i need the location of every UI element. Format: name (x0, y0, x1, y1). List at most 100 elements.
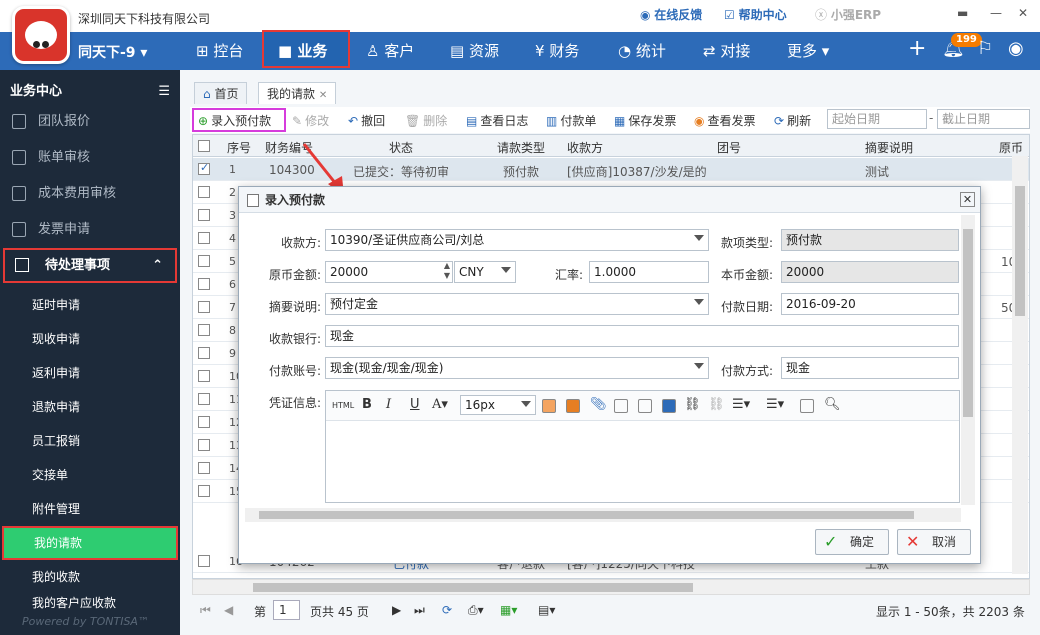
media-icon[interactable] (614, 399, 628, 413)
nav-stats[interactable]: ◔ 统计 (618, 32, 666, 70)
sidebar-sub-cash-receipt[interactable]: 现收申请 (0, 322, 180, 356)
eye-icon[interactable]: ◉ (1008, 38, 1024, 59)
sidebar-sub-refund[interactable]: 退款申请 (0, 390, 180, 424)
sidebar-group-pending[interactable]: 待处理事项 ⌃ (3, 248, 177, 283)
bold-button[interactable]: B (362, 397, 372, 412)
row-checkbox[interactable] (198, 324, 210, 336)
row-checkbox[interactable] (198, 393, 210, 405)
collapse-icon[interactable]: ☰ (158, 78, 170, 106)
row-checkbox[interactable] (198, 439, 210, 451)
table-hscroll[interactable] (192, 579, 1030, 595)
menu-icon[interactable]: ▬ (957, 6, 968, 20)
memo-select[interactable]: 预付定金 (325, 293, 709, 315)
film-icon[interactable] (662, 399, 676, 413)
table-icon[interactable] (638, 399, 652, 413)
refresh-button[interactable]: ⟳ 刷新 (774, 112, 811, 129)
row-checkbox[interactable] (198, 347, 210, 359)
add-icon[interactable]: + (908, 36, 926, 61)
sidebar-sub-my-receipts[interactable]: 我的收款 (0, 560, 180, 594)
row-checkbox[interactable] (198, 485, 210, 497)
sidebar-sub-receivables[interactable]: 我的客户应收款 (0, 594, 180, 612)
image-icon[interactable] (542, 399, 556, 413)
row-checkbox[interactable] (198, 416, 210, 428)
pay-method-field[interactable]: 现金 (781, 357, 959, 379)
sidebar-sub-handover[interactable]: 交接单 (0, 458, 180, 492)
dialog-hscroll[interactable] (245, 508, 961, 522)
delete-button[interactable]: 🗑︎ 删除 (405, 112, 447, 129)
spinner-icon[interactable]: ▲ ▼ (444, 261, 450, 281)
view-invoice-button[interactable]: ◉ 查看发票 (694, 112, 756, 129)
col-status[interactable]: 状态 (389, 139, 413, 156)
numbered-list-icon[interactable]: ☰▾ (766, 397, 784, 412)
font-size-select[interactable]: 16px (460, 395, 536, 415)
user-menu[interactable]: 同天下-9 ▾ (78, 42, 147, 62)
new-document-icon[interactable] (800, 399, 814, 413)
end-date-input[interactable]: 截止日期 (937, 109, 1030, 129)
feedback-link[interactable]: ◉ 在线反馈 (640, 6, 702, 23)
first-page-icon[interactable]: ⏮ (200, 603, 211, 618)
pay-slip-button[interactable]: ▥ 付款单 (546, 112, 596, 129)
sidebar-item-bill-review[interactable]: 账单审核 (0, 141, 180, 175)
currency-select[interactable]: CNY (454, 261, 516, 283)
account-select[interactable]: 现金(现金/现金/现金) (325, 357, 709, 379)
start-date-input[interactable]: 起始日期 (827, 109, 927, 129)
col-memo[interactable]: 摘要说明 (865, 139, 913, 156)
print-icon[interactable]: ⎙▾ (468, 603, 484, 618)
sidebar-sub-rebate[interactable]: 返利申请 (0, 356, 180, 390)
bank-input[interactable]: 现金 (325, 325, 959, 347)
tab-my-requests[interactable]: 我的请款 ✕ (258, 82, 337, 104)
last-page-icon[interactable]: ⏭ (414, 603, 425, 618)
tab-close-icon[interactable]: ✕ (319, 90, 327, 101)
row-checkbox[interactable] (198, 255, 210, 267)
rate-input[interactable]: 1.0000 (589, 261, 709, 283)
excel-icon[interactable]: ▦▾ (500, 603, 517, 617)
cancel-button[interactable]: ✕ 取消 (897, 529, 971, 555)
row-checkbox[interactable] (198, 370, 210, 382)
columns-icon[interactable]: ▤▾ (538, 603, 555, 617)
underline-button[interactable]: U (410, 397, 420, 412)
bullet-list-icon[interactable]: ☰▾ (732, 397, 750, 412)
nav-customer[interactable]: ♙ 客户 (366, 32, 414, 70)
nav-finance[interactable]: ¥ 财务 (535, 32, 579, 70)
sidebar-sub-attachments[interactable]: 附件管理 (0, 492, 180, 526)
tab-home[interactable]: ⌂ 首页 (194, 82, 248, 104)
row-checkbox[interactable] (198, 462, 210, 474)
next-page-icon[interactable]: ▶ (392, 603, 401, 617)
flag-icon[interactable]: ⚐ (977, 38, 993, 59)
sidebar-sub-delay[interactable]: 延时申请 (0, 288, 180, 322)
confirm-button[interactable]: ✓ 确定 (815, 529, 889, 555)
prev-page-icon[interactable]: ◀ (224, 603, 233, 617)
refresh-icon[interactable]: ⟳ (442, 603, 452, 617)
view-log-button[interactable]: ▤ 查看日志 (466, 112, 528, 129)
sidebar-item-cost-review[interactable]: 成本费用审核 (0, 177, 180, 211)
pay-date-input[interactable]: 2016-09-20 (781, 293, 959, 315)
help-link[interactable]: ☑ 帮助中心 (724, 6, 787, 23)
save-invoice-button[interactable]: ▦ 保存发票 (614, 112, 676, 129)
dialog-close-button[interactable]: ✕ (960, 192, 975, 207)
row-checkbox[interactable] (198, 555, 210, 567)
select-all-checkbox[interactable] (198, 140, 210, 152)
col-group[interactable]: 团号 (717, 139, 741, 156)
table-vscroll[interactable] (1012, 156, 1028, 574)
orig-amount-input[interactable]: 20000 ▲ ▼ (325, 261, 453, 283)
row-checkbox[interactable] (198, 232, 210, 244)
sidebar-item-invoice-request[interactable]: 发票申请 (0, 213, 180, 247)
row-checkbox[interactable] (198, 301, 210, 313)
unlink-icon[interactable]: ⛓︎ (708, 397, 725, 412)
html-source-button[interactable]: HTML (332, 401, 354, 410)
row-checkbox[interactable] (198, 186, 210, 198)
sidebar-item-team-quote[interactable]: 团队报价 (0, 105, 180, 139)
font-color-button[interactable]: A▾ (432, 397, 448, 412)
link-icon[interactable]: ⛓︎ (684, 397, 701, 412)
edit-button[interactable]: ✎ 修改 (292, 112, 329, 129)
nav-resource[interactable]: ▤ 资源 (450, 32, 499, 70)
voucher-editor[interactable]: HTML B I U A▾ 16px 📎︎ ⛓︎ ⛓︎ ☰▾ ☰▾ 🔍︎ (325, 390, 960, 503)
payee-select[interactable]: 10390/圣证供应商公司/刘总 (325, 229, 709, 251)
col-no[interactable]: 序号 (227, 139, 251, 156)
row-checkbox[interactable] (198, 278, 210, 290)
nav-integration[interactable]: ⇄ 对接 (703, 32, 750, 70)
preview-icon[interactable]: 🔍︎ (824, 397, 841, 412)
nav-more[interactable]: 更多 ▾ (787, 32, 829, 70)
dialog-vscroll[interactable] (961, 215, 975, 505)
nav-business[interactable]: ■ 业务 (262, 30, 350, 68)
